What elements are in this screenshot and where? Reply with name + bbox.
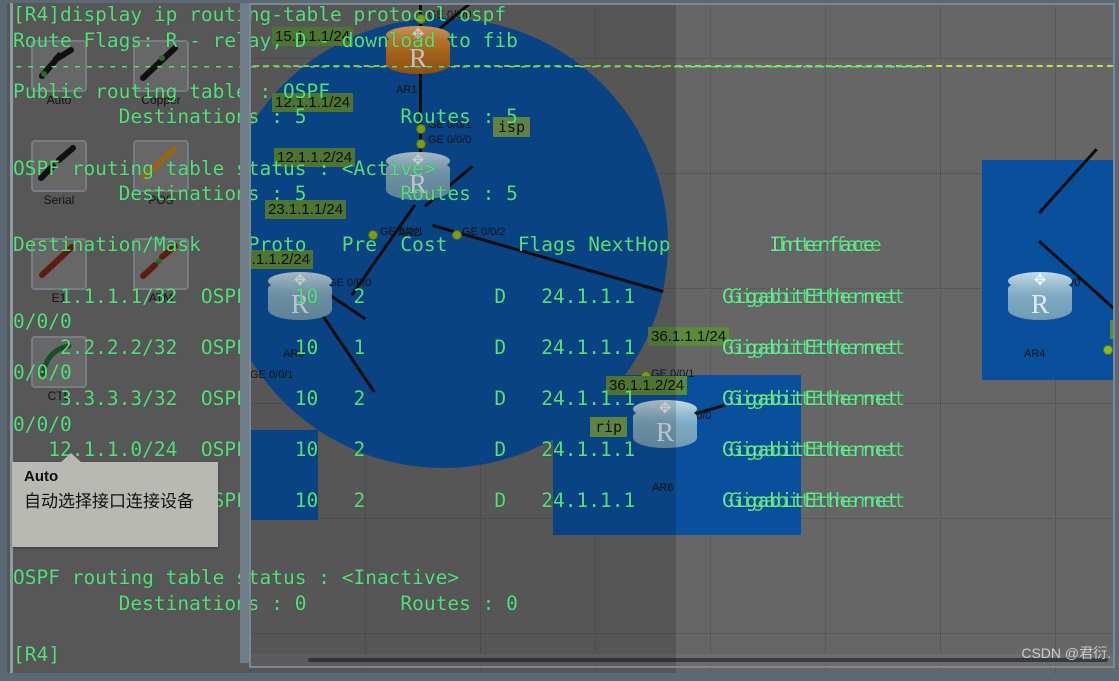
console-window[interactable]: [R4]display ip routing-table protocol os…	[0, 0, 929, 681]
console-output[interactable]: [R4]display ip routing-table protocol os…	[7, 0, 929, 667]
app-window: GE 0/0/0 GE 0/0/1 GE 0/0/0 GE 0/0/1 GE 0…	[0, 0, 1119, 681]
console-output-overflow: [R4]display ip routing-table protocol os…	[676, 54, 922, 513]
window-frame-right	[1115, 0, 1119, 681]
tooltip-title: Auto	[24, 468, 59, 485]
watermark: CSDN @君衍.	[1021, 645, 1111, 661]
cable-auto-tooltip: Auto 自动选择接口连接设备	[12, 453, 218, 547]
window-frame-left	[0, 0, 7, 681]
console-inner: [R4]display ip routing-table protocol os…	[7, 0, 929, 681]
console-overflow-text: [R4]display ip routing-table protocol os…	[676, 0, 1119, 681]
window-frame-bottom	[0, 673, 1119, 681]
panel-splitter[interactable]	[240, 3, 249, 663]
window-frame-top	[0, 0, 1119, 3]
tooltip-body: 自动选择接口连接设备	[24, 492, 194, 512]
tooltip-pointer	[60, 453, 82, 463]
